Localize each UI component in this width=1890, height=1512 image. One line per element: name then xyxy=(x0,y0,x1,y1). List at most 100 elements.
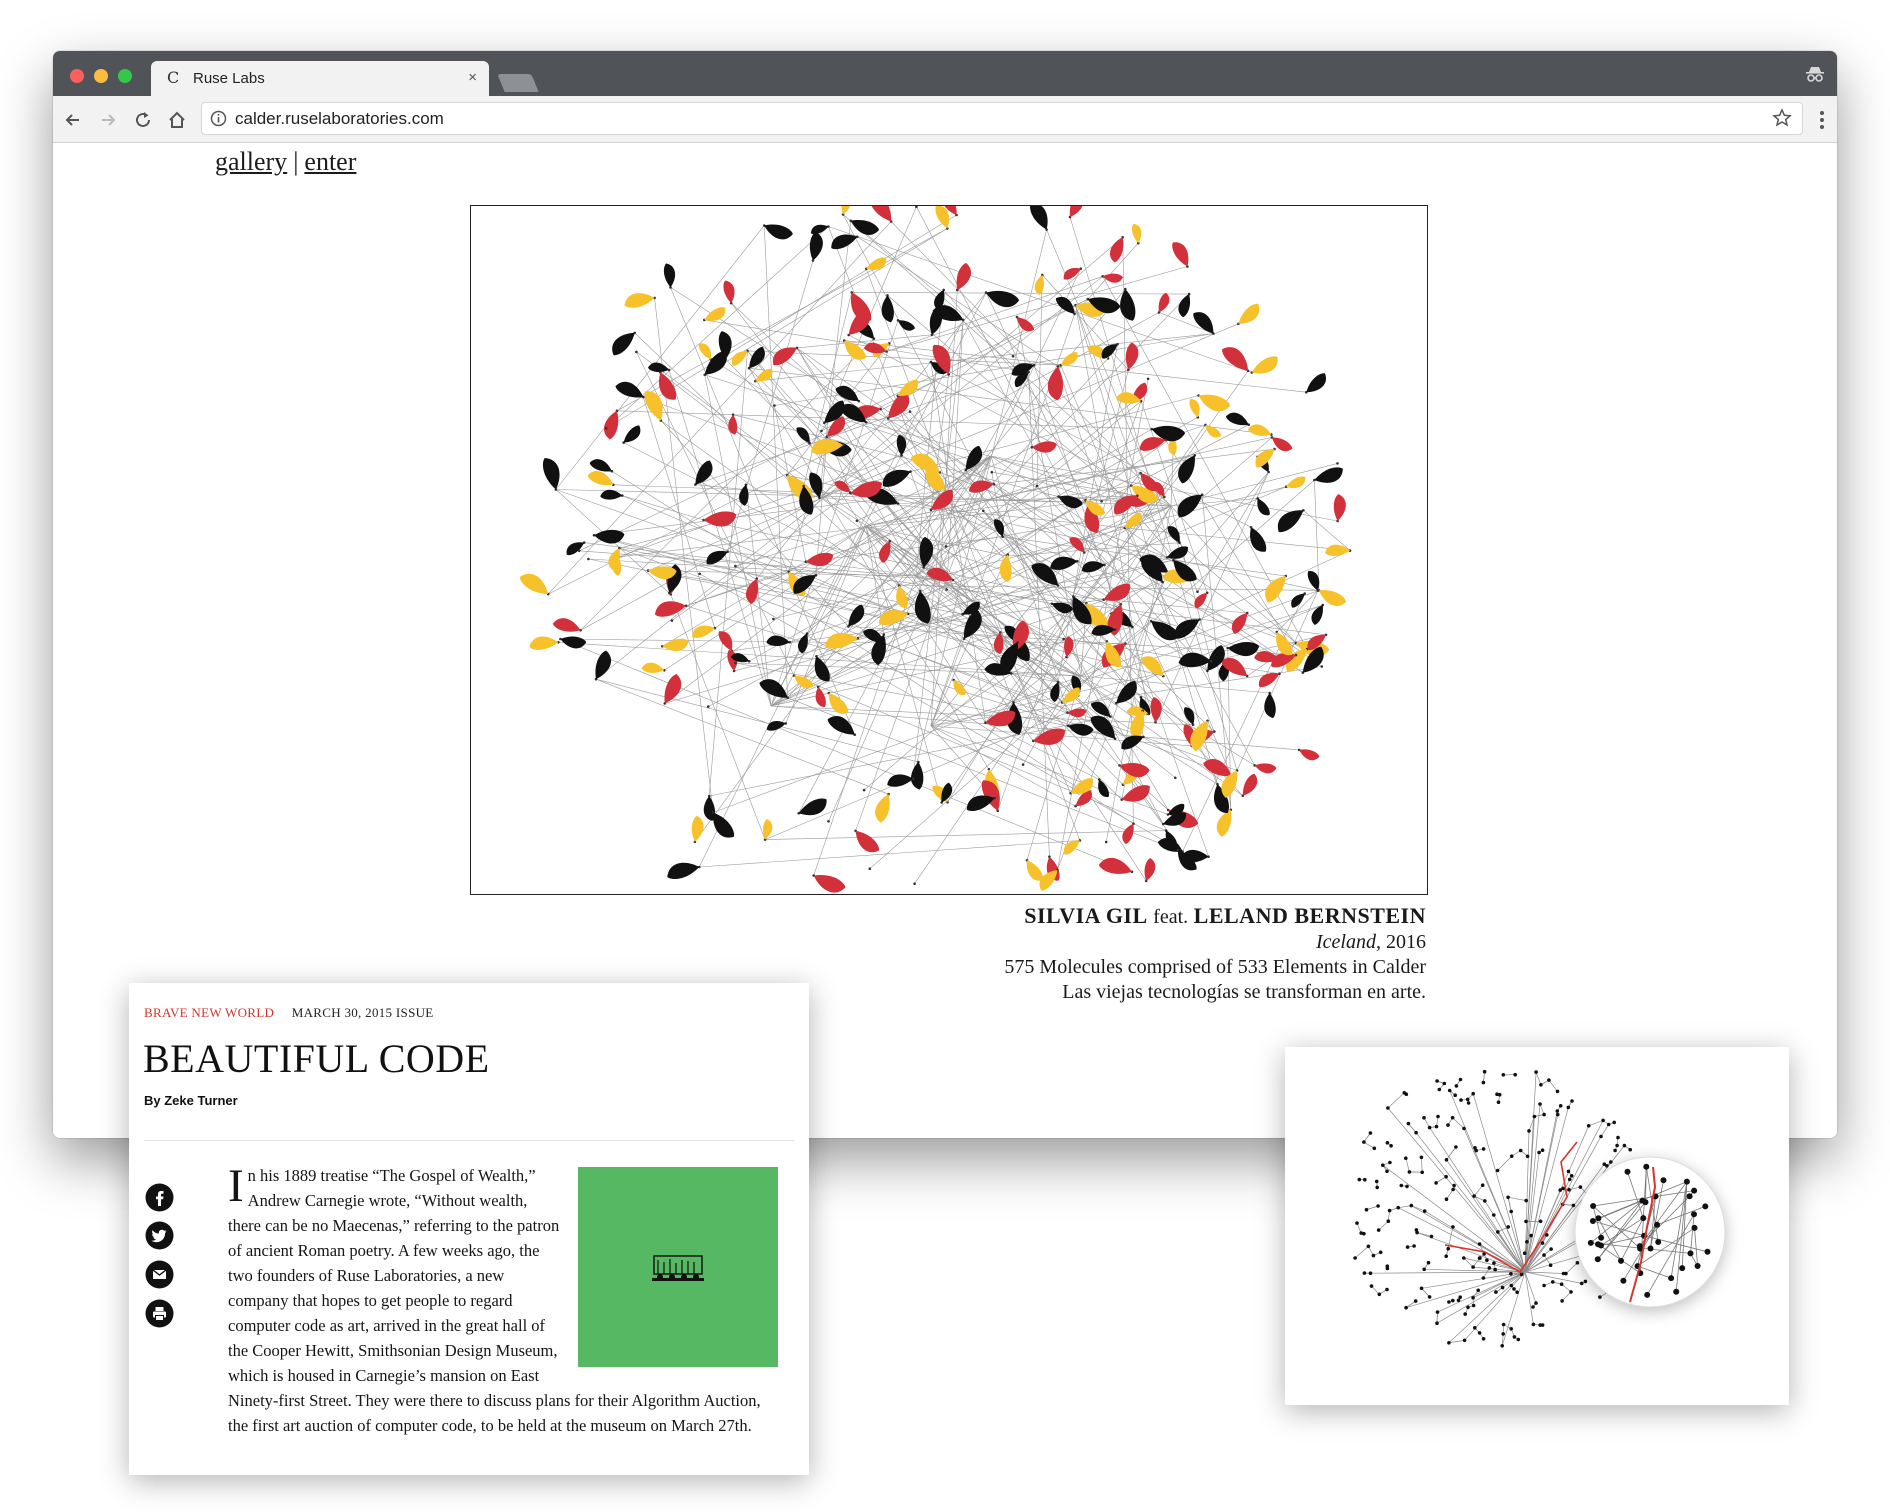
mobile-leaf xyxy=(624,293,655,308)
mobile-leaf xyxy=(663,263,676,288)
home-icon[interactable] xyxy=(167,110,187,130)
graph-node xyxy=(1483,1199,1487,1203)
article-section[interactable]: BRAVE NEW WORLD xyxy=(144,1005,274,1020)
graph-node xyxy=(1462,1338,1467,1343)
graph-node xyxy=(1435,1079,1439,1083)
nav-separator: | xyxy=(293,147,299,176)
graph-node xyxy=(1493,1267,1497,1272)
graph-node xyxy=(1525,1154,1530,1159)
graph-node xyxy=(1385,1169,1389,1174)
mobile-leaf xyxy=(805,552,834,567)
graph-node xyxy=(1357,1177,1362,1182)
tab-ruse-labs[interactable]: C Ruse Labs × xyxy=(151,61,489,96)
graph-node xyxy=(1578,1185,1583,1189)
graph-node xyxy=(1372,1146,1377,1151)
graph-node xyxy=(1481,1080,1486,1085)
graph-node xyxy=(1364,1207,1369,1212)
wire xyxy=(699,840,1080,868)
graph-node xyxy=(1447,1341,1451,1345)
facebook-icon[interactable] xyxy=(145,1183,174,1212)
forward-arrow-icon[interactable] xyxy=(98,110,118,130)
mail-icon[interactable] xyxy=(145,1260,174,1289)
graph-node xyxy=(1407,1170,1412,1174)
artwork-title: Iceland, xyxy=(1316,931,1381,953)
mobile-leaf xyxy=(1032,441,1057,453)
mobile-leaf xyxy=(718,631,733,651)
joint xyxy=(587,557,590,561)
graph-edge xyxy=(1548,1079,1558,1092)
graph-node xyxy=(1471,1303,1476,1308)
mobile-leaf xyxy=(1314,467,1343,483)
graph-node xyxy=(1422,1267,1426,1272)
graph-edge xyxy=(1508,1196,1527,1201)
graph-node xyxy=(1402,1091,1407,1095)
joint xyxy=(945,588,948,591)
twitter-icon[interactable] xyxy=(145,1221,174,1250)
wire xyxy=(747,350,1061,366)
graph-node xyxy=(1500,1285,1505,1290)
print-icon[interactable] xyxy=(145,1299,174,1328)
wire xyxy=(1236,590,1319,771)
divider xyxy=(144,1140,794,1141)
joint xyxy=(1062,637,1065,641)
incognito-icon[interactable] xyxy=(1805,65,1825,83)
mobile-leaf xyxy=(841,206,851,215)
lens-node xyxy=(1660,1177,1667,1184)
graph-node xyxy=(1446,1246,1450,1251)
back-arrow-icon[interactable] xyxy=(63,110,83,130)
graph-node xyxy=(1555,1089,1560,1094)
graph-node xyxy=(1451,1225,1455,1229)
graph-node xyxy=(1362,1231,1366,1236)
article-figure[interactable] xyxy=(578,1167,778,1367)
graph-node xyxy=(1414,1130,1418,1135)
calder-artwork[interactable] xyxy=(470,205,1428,895)
graph-node xyxy=(1376,1204,1380,1208)
graph-node xyxy=(1376,1228,1381,1232)
graph-card[interactable] xyxy=(1285,1047,1789,1405)
graph-node xyxy=(1427,1295,1432,1299)
enter-link[interactable]: enter xyxy=(304,147,356,176)
address-bar[interactable]: calder.ruselaboratories.com xyxy=(201,102,1803,135)
graph-node xyxy=(1555,1112,1560,1117)
joint xyxy=(913,882,916,885)
lens-node xyxy=(1691,1224,1698,1231)
graph-node xyxy=(1579,1281,1584,1286)
mobile-leaf xyxy=(1193,312,1214,334)
joint xyxy=(1320,665,1324,668)
close-window-button[interactable] xyxy=(70,69,84,83)
info-icon[interactable] xyxy=(210,110,227,127)
mobile-leaf xyxy=(655,601,686,617)
tab-close-icon[interactable]: × xyxy=(468,69,477,86)
joint xyxy=(772,617,775,621)
graph-node xyxy=(1558,1104,1563,1108)
joint xyxy=(1174,776,1177,780)
maximize-window-button[interactable] xyxy=(118,69,132,83)
graph-node xyxy=(1362,1140,1366,1144)
graph-node xyxy=(1473,1326,1477,1330)
bookmark-star-icon[interactable] xyxy=(1772,108,1792,128)
graph-node xyxy=(1471,1265,1475,1269)
graph-node xyxy=(1534,1070,1538,1074)
mobile-leaf xyxy=(866,257,887,270)
graph-node xyxy=(1569,1174,1574,1178)
graph-node xyxy=(1444,1174,1448,1179)
reload-icon[interactable] xyxy=(133,110,153,130)
new-tab-button[interactable] xyxy=(497,74,539,92)
graph-node xyxy=(1355,1221,1359,1225)
graph-node xyxy=(1399,1183,1404,1188)
lens-node xyxy=(1702,1203,1709,1210)
graph-node xyxy=(1613,1148,1617,1153)
gallery-link[interactable]: gallery xyxy=(215,147,287,176)
lens-node xyxy=(1647,1245,1654,1252)
kebab-menu-icon[interactable] xyxy=(1819,110,1825,130)
mobile-leaf xyxy=(881,295,894,323)
graph-node xyxy=(1522,1251,1527,1255)
minimize-window-button[interactable] xyxy=(94,69,108,83)
graph-node xyxy=(1538,1219,1543,1224)
graph-node xyxy=(1458,1077,1463,1082)
mobile-leaf xyxy=(1248,424,1272,436)
url-text[interactable]: calder.ruselaboratories.com xyxy=(235,110,444,128)
lens-node xyxy=(1594,1256,1601,1263)
graph-node xyxy=(1566,1105,1571,1110)
graph-node xyxy=(1537,1150,1541,1155)
